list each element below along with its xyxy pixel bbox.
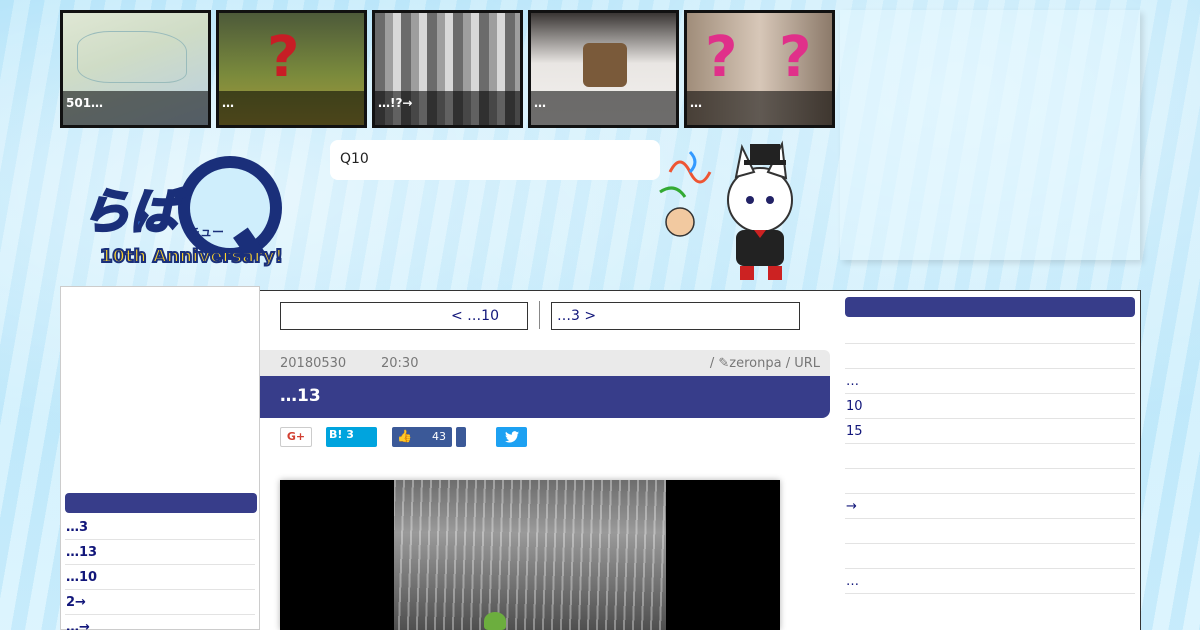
post-date: 20180530 <box>280 356 347 371</box>
thumbnail-caption: … <box>531 91 676 125</box>
facebook-like-button[interactable]: 👍 43 <box>392 427 452 447</box>
right-sidebar-list: … 10 15 → … <box>845 319 1135 594</box>
thumbnail-village[interactable]: ? … <box>216 10 367 128</box>
hatena-bookmark-button[interactable]: B! 3 <box>326 427 377 447</box>
next-article-button[interactable]: …3 > <box>551 302 800 330</box>
question-mark-icon: ? <box>705 25 738 90</box>
sidebar-link[interactable]: …10 <box>65 565 255 590</box>
sidebar-link[interactable]: … <box>845 569 1135 594</box>
article-title: …13 <box>260 376 830 418</box>
mascot-image <box>659 140 793 280</box>
thumbnail-store[interactable]: …!?→ <box>372 10 523 128</box>
sidebar-link[interactable]: 2→ <box>65 590 255 615</box>
left-sidebar: …3 …13 …10 2→ …→ <box>60 286 260 630</box>
right-sidebar: … 10 15 → … <box>845 297 1135 594</box>
thumbnail-caption: …!?→ <box>375 91 520 125</box>
thumbnail-bed[interactable]: … <box>528 10 679 128</box>
thumbnail-caption: 501… <box>63 91 208 125</box>
map-outline <box>77 31 187 83</box>
video-frame <box>394 480 666 630</box>
prev-article-label: < …10 <box>451 308 499 324</box>
pillow-photo <box>583 43 627 87</box>
sidebar-link[interactable] <box>845 469 1135 494</box>
logo-anniversary-text: 10th Anniversary! <box>100 246 283 267</box>
thumbnail-couple[interactable]: ? ? … <box>684 10 835 128</box>
sidebar-link[interactable] <box>845 544 1135 569</box>
sidebar-link[interactable] <box>845 344 1135 369</box>
sidebar-link[interactable]: … <box>845 369 1135 394</box>
sidebar-link[interactable]: 10 <box>845 394 1135 419</box>
featured-thumbnails: 501… ? … …!?→ … ? ? … <box>60 10 835 128</box>
post-time: 20:30 <box>381 356 419 371</box>
twitter-bird-icon <box>504 431 519 443</box>
page: 501… ? … …!?→ … ? ? … らば キュー 10th Annive <box>50 0 1145 630</box>
sidebar-link[interactable]: …3 <box>65 515 255 540</box>
thumbnail-map[interactable]: 501… <box>60 10 211 128</box>
question-mark-icon: ? <box>779 25 812 90</box>
search-input[interactable]: Q10 <box>330 140 660 180</box>
google-plus-share-button[interactable]: G+ <box>280 427 312 447</box>
sidebar-link[interactable]: …13 <box>65 540 255 565</box>
thumbs-up-icon: 👍 <box>397 429 412 443</box>
thumbnail-caption: … <box>687 91 832 125</box>
article-meta: 20180530 20:30 / ✎zeronpa / URL <box>260 350 830 376</box>
left-sidebar-header <box>65 493 257 513</box>
thumbnail-caption: … <box>219 91 364 125</box>
next-article-label: …3 > <box>557 308 597 324</box>
header-side-panel <box>840 10 1140 260</box>
sidebar-link[interactable] <box>845 319 1135 344</box>
pager-divider <box>539 301 540 329</box>
sidebar-link[interactable] <box>845 519 1135 544</box>
logo-subtext: キュー <box>188 225 224 239</box>
sidebar-link[interactable]: 15 <box>845 419 1135 444</box>
plant-leaf <box>484 612 506 630</box>
prev-article-button[interactable]: < …10 <box>280 302 528 330</box>
post-author[interactable]: / ✎zeronpa / URL <box>710 356 820 371</box>
site-logo[interactable]: らば キュー 10th Anniversary! <box>80 150 300 270</box>
article-video[interactable] <box>280 480 780 630</box>
article-title-text[interactable]: …13 <box>280 386 321 406</box>
article: < …10 …3 > 20180530 20:30 / ✎zeronpa / U… <box>260 291 830 630</box>
question-mark-icon: ? <box>267 25 300 90</box>
logo-text: らば <box>82 184 186 240</box>
twitter-share-button[interactable] <box>496 427 527 447</box>
right-sidebar-header <box>845 297 1135 317</box>
sidebar-link[interactable]: → <box>845 494 1135 519</box>
left-sidebar-list: …3 …13 …10 2→ …→ <box>65 515 255 630</box>
sidebar-link[interactable]: …→ <box>65 615 255 630</box>
sidebar-link[interactable] <box>845 444 1135 469</box>
facebook-share-button[interactable] <box>456 427 466 447</box>
facebook-like-count: 43 <box>432 430 446 443</box>
